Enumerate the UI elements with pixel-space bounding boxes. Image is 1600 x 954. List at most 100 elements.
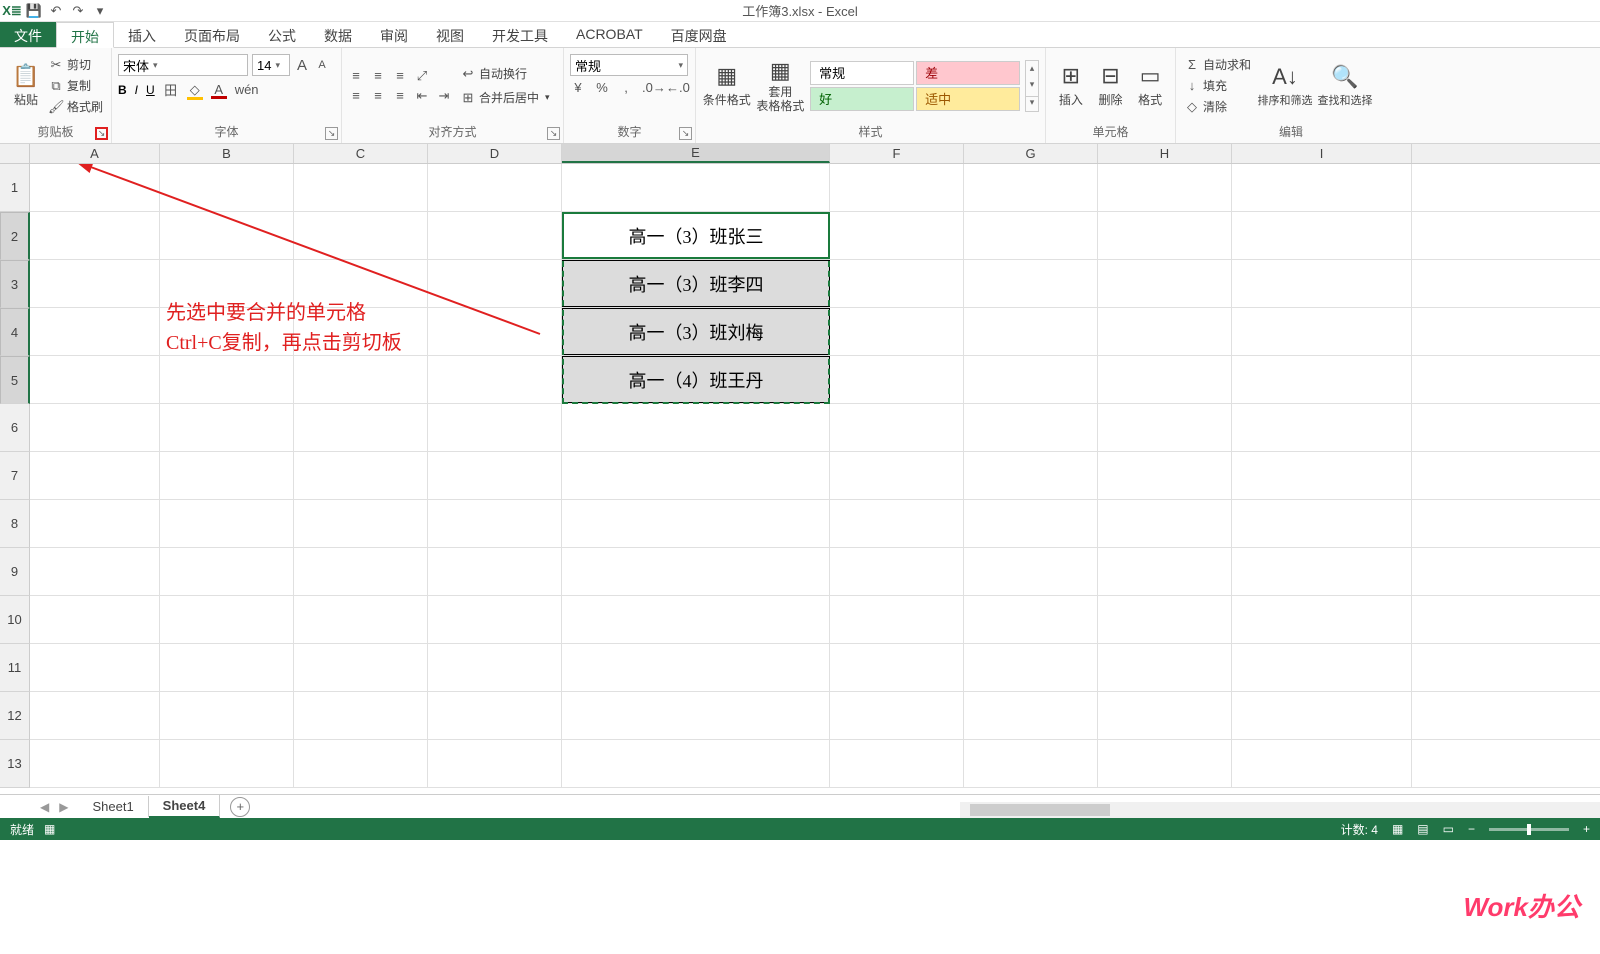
row-header-9[interactable]: 9	[0, 548, 30, 596]
cell-C1[interactable]	[294, 164, 428, 211]
gallery-up-icon[interactable]: ▴	[1026, 63, 1038, 74]
cell-H11[interactable]	[1098, 644, 1232, 691]
cell-C8[interactable]	[294, 500, 428, 547]
cell-A3[interactable]	[30, 260, 160, 307]
col-header-H[interactable]: H	[1098, 144, 1232, 163]
cell-E7[interactable]	[562, 452, 830, 499]
fill-button[interactable]: ↓填充	[1182, 76, 1253, 96]
cell-F13[interactable]	[830, 740, 964, 787]
font-name-select[interactable]: 宋体▾	[118, 54, 248, 76]
row-header-6[interactable]: 6	[0, 404, 30, 452]
cell-H4[interactable]	[1098, 308, 1232, 355]
align-left-icon[interactable]: ≡	[348, 88, 364, 104]
cell-styles-gallery[interactable]: 常规 差 好 适中	[809, 60, 1021, 112]
gallery-more-icon[interactable]: ▾	[1026, 96, 1038, 108]
view-pagelayout-icon[interactable]: ▤	[1417, 822, 1428, 836]
cell-H7[interactable]	[1098, 452, 1232, 499]
cell-A8[interactable]	[30, 500, 160, 547]
tab-home[interactable]: 开始	[56, 22, 114, 48]
col-header-F[interactable]: F	[830, 144, 964, 163]
cell-E9[interactable]	[562, 548, 830, 595]
cell-E13[interactable]	[562, 740, 830, 787]
cell-G5[interactable]	[964, 356, 1098, 403]
row-header-3[interactable]: 3	[0, 260, 30, 308]
cell-F2[interactable]	[830, 212, 964, 259]
undo-icon[interactable]: ↶	[48, 3, 64, 19]
autosum-button[interactable]: Σ自动求和	[1182, 55, 1253, 75]
cell-G8[interactable]	[964, 500, 1098, 547]
wrap-text-button[interactable]: ↩自动换行	[458, 64, 552, 84]
clipboard-launcher[interactable]: ↘	[95, 127, 108, 140]
row-header-12[interactable]: 12	[0, 692, 30, 740]
cell-F10[interactable]	[830, 596, 964, 643]
border-icon[interactable]: 田	[163, 80, 179, 99]
row-header-4[interactable]: 4	[0, 308, 30, 356]
cell-F9[interactable]	[830, 548, 964, 595]
cell-I12[interactable]	[1232, 692, 1412, 739]
hscroll-thumb[interactable]	[970, 804, 1110, 816]
view-pagebreak-icon[interactable]: ▭	[1443, 822, 1454, 836]
cell-H9[interactable]	[1098, 548, 1232, 595]
cell-B11[interactable]	[160, 644, 294, 691]
cell-I9[interactable]	[1232, 548, 1412, 595]
cell-G9[interactable]	[964, 548, 1098, 595]
tab-review[interactable]: 审阅	[366, 22, 422, 47]
tab-baidu[interactable]: 百度网盘	[657, 22, 741, 47]
indent-dec-icon[interactable]: ⇤	[414, 88, 430, 104]
cell-C5[interactable]	[294, 356, 428, 403]
sheet-tab-1[interactable]: Sheet1	[78, 796, 148, 817]
horizontal-scrollbar[interactable]	[960, 802, 1600, 818]
row-header-5[interactable]: 5	[0, 356, 30, 404]
cell-E11[interactable]	[562, 644, 830, 691]
cell-B5[interactable]	[160, 356, 294, 403]
view-normal-icon[interactable]: ▦	[1392, 822, 1403, 836]
tab-formulas[interactable]: 公式	[254, 22, 310, 47]
tab-devtools[interactable]: 开发工具	[478, 22, 562, 47]
sort-filter-button[interactable]: A↓排序和筛选	[1257, 53, 1313, 119]
cell-C6[interactable]	[294, 404, 428, 451]
cell-C2[interactable]	[294, 212, 428, 259]
cell-D3[interactable]	[428, 260, 562, 307]
cell-D2[interactable]	[428, 212, 562, 259]
dec-decimal-icon[interactable]: ←.0	[666, 80, 682, 95]
cell-B9[interactable]	[160, 548, 294, 595]
cell-F5[interactable]	[830, 356, 964, 403]
cell-H1[interactable]	[1098, 164, 1232, 211]
cell-C10[interactable]	[294, 596, 428, 643]
currency-icon[interactable]: ¥	[570, 80, 586, 95]
cell-B10[interactable]	[160, 596, 294, 643]
row-header-10[interactable]: 10	[0, 596, 30, 644]
cell-E12[interactable]	[562, 692, 830, 739]
comma-icon[interactable]: ,	[618, 80, 634, 95]
col-header-D[interactable]: D	[428, 144, 562, 163]
cell-E2[interactable]: 高一（3）班张三	[562, 212, 830, 259]
cell-B8[interactable]	[160, 500, 294, 547]
cell-I1[interactable]	[1232, 164, 1412, 211]
col-header-C[interactable]: C	[294, 144, 428, 163]
number-launcher[interactable]: ↘	[679, 127, 692, 140]
qat-dropdown-icon[interactable]: ▾	[92, 3, 108, 19]
align-launcher[interactable]: ↘	[547, 127, 560, 140]
align-right-icon[interactable]: ≡	[392, 88, 408, 104]
cell-F7[interactable]	[830, 452, 964, 499]
font-launcher[interactable]: ↘	[325, 127, 338, 140]
cell-D8[interactable]	[428, 500, 562, 547]
cell-B12[interactable]	[160, 692, 294, 739]
cut-button[interactable]: ✂剪切	[46, 55, 105, 75]
cell-A5[interactable]	[30, 356, 160, 403]
conditional-format-button[interactable]: ▦条件格式	[702, 53, 752, 119]
col-header-G[interactable]: G	[964, 144, 1098, 163]
cell-D12[interactable]	[428, 692, 562, 739]
cell-I5[interactable]	[1232, 356, 1412, 403]
style-neutral[interactable]: 适中	[916, 87, 1020, 111]
sheet-tab-2[interactable]: Sheet4	[149, 795, 221, 818]
cell-B7[interactable]	[160, 452, 294, 499]
col-header-E[interactable]: E	[562, 144, 830, 163]
cell-E10[interactable]	[562, 596, 830, 643]
cell-E1[interactable]	[562, 164, 830, 211]
macro-record-icon[interactable]: ▦	[44, 822, 55, 836]
cell-G12[interactable]	[964, 692, 1098, 739]
cell-D4[interactable]	[428, 308, 562, 355]
cell-A13[interactable]	[30, 740, 160, 787]
cell-G1[interactable]	[964, 164, 1098, 211]
